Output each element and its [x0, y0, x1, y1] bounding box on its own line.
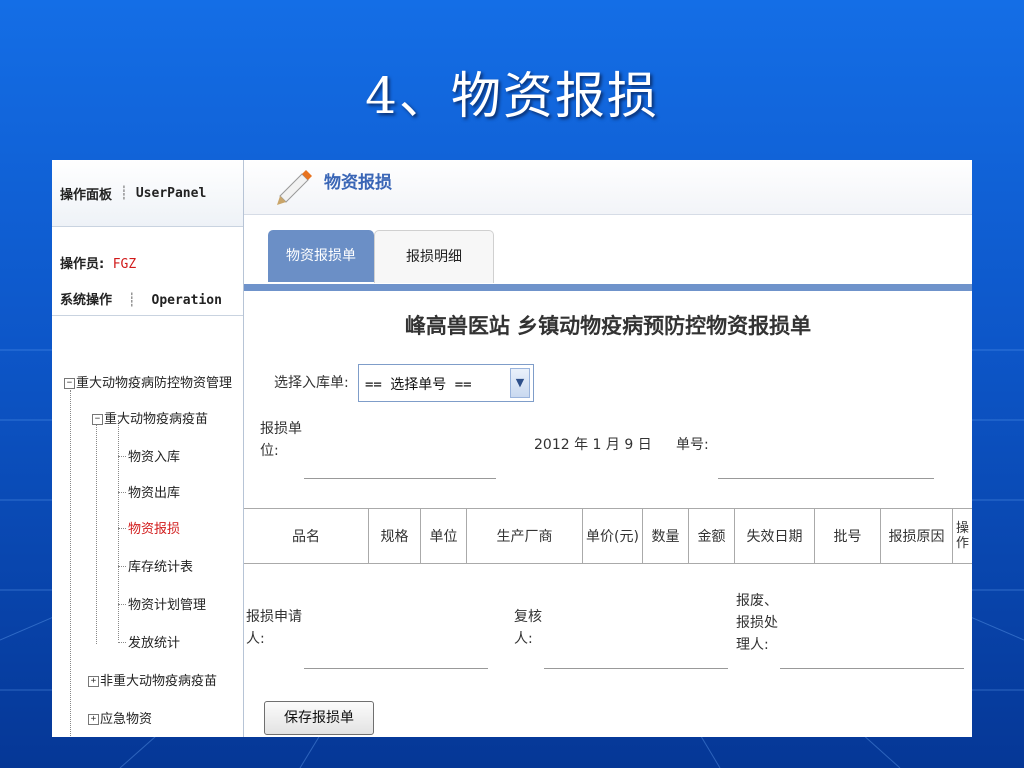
slide-title: 4、物资报损	[365, 67, 659, 125]
tree-group-label: 非重大动物疫病疫苗	[100, 674, 218, 689]
tree-root[interactable]: − 重大动物疫病防控物资管理	[64, 372, 232, 391]
tab-loss-detail[interactable]: 报损明细	[374, 230, 494, 283]
main-header: 物资报损	[244, 160, 972, 215]
system-label: 系统操作	[60, 293, 113, 308]
items-table-header: 品名 规格 单位 生产厂商 单价(元) 数量 金额 失效日期 批号 报损原因 操…	[244, 508, 972, 564]
tree-group-label: 重大动物疫病疫苗	[104, 412, 209, 427]
handler-field[interactable]	[780, 668, 964, 669]
tree-group-emergency-supplies[interactable]: + 应急物资	[88, 708, 152, 727]
date-text: 2012 年 1 月 9 日	[534, 437, 652, 453]
applicant-field[interactable]	[304, 668, 488, 669]
tab-loss-report[interactable]: 物资报损单	[268, 230, 374, 282]
expand-icon[interactable]: +	[88, 676, 99, 687]
column-header: 报损原因	[880, 509, 952, 563]
operator-name: FGZ	[112, 257, 137, 272]
tree-guide-line	[118, 456, 126, 457]
column-header: 金额	[688, 509, 734, 563]
column-header: 数量	[642, 509, 688, 563]
tree-item-plan-management[interactable]: 物资计划管理	[128, 594, 206, 613]
loss-unit-field[interactable]	[304, 478, 496, 479]
tree-group-label: 应急物资	[100, 712, 153, 727]
tree-guide-line	[118, 642, 126, 643]
app-screenshot: 操作面板 ┊ UserPanel 操作员: FGZ 系统操作 ┊ Operati…	[52, 160, 972, 737]
user-panel-header: 操作面板 ┊ UserPanel	[52, 160, 243, 227]
collapse-icon[interactable]: −	[64, 378, 75, 389]
column-header: 批号	[814, 509, 880, 563]
tree-guide-line	[70, 390, 71, 737]
inbound-order-select[interactable]: == 选择单号 == ▼	[358, 364, 534, 402]
tree-guide-line	[118, 420, 119, 640]
form-title: 峰高兽医站 乡镇动物疫病预防控物资报损单	[404, 313, 812, 338]
operator-label: 操作员:	[60, 257, 105, 272]
tree-guide-line	[118, 528, 126, 529]
tab-strip: 物资报损单 报损明细	[244, 228, 972, 286]
select-value: == 选择单号 ==	[365, 377, 472, 393]
tree-item-distribution-stats[interactable]: 发放统计	[128, 632, 180, 651]
panel-label: 操作面板	[60, 187, 113, 203]
page-title: 物资报损	[324, 173, 392, 193]
separator: ┊	[120, 185, 128, 201]
column-header: 操作	[952, 509, 972, 563]
column-header: 生产厂商	[466, 509, 582, 563]
tree-guide-line	[118, 566, 126, 567]
order-no-label: 单号:	[676, 437, 709, 453]
select-inbound-label: 选择入库单:	[274, 375, 349, 391]
chevron-down-icon[interactable]: ▼	[510, 368, 530, 398]
collapse-icon[interactable]: −	[92, 414, 103, 425]
pencil-icon	[277, 170, 312, 205]
operator-section: 操作员: FGZ 系统操作 ┊ Operation	[52, 227, 243, 316]
column-header: 规格	[368, 509, 420, 563]
tree-item-stock-out[interactable]: 物资出库	[128, 482, 180, 501]
system-operation-header: 系统操作 ┊ Operation	[60, 289, 222, 308]
column-header: 单位	[420, 509, 466, 563]
tree-group-major-vaccine[interactable]: − 重大动物疫病疫苗	[92, 408, 208, 427]
reviewer-field[interactable]	[544, 668, 728, 669]
expand-icon[interactable]: +	[88, 714, 99, 725]
save-loss-report-button[interactable]: 保存报损单	[264, 701, 374, 735]
order-no-field[interactable]	[718, 478, 934, 479]
tab-underline	[244, 284, 972, 291]
column-header: 单价(元)	[582, 509, 642, 563]
main-panel: 物资报损 物资报损单 报损明细 峰高兽医站 乡镇动物疫病预防控物资报损单 选择入…	[244, 160, 972, 737]
operator-row: 操作员: FGZ	[60, 253, 136, 272]
column-header: 品名	[292, 529, 320, 545]
applicant-label: 报损申请人:	[246, 609, 302, 647]
column-header: 失效日期	[734, 509, 814, 563]
tree-item-loss-report[interactable]: 物资报损	[128, 518, 180, 537]
tree-guide-line	[118, 492, 126, 493]
tree-guide-line	[118, 604, 126, 605]
tree-group-non-major-vaccine[interactable]: + 非重大动物疫病疫苗	[88, 670, 217, 689]
tree-guide-line	[96, 424, 97, 644]
handler-label: 报废、报损处理人:	[736, 593, 778, 653]
loss-unit-label: 报损单位:	[260, 421, 302, 459]
system-label-en: Operation	[151, 293, 222, 308]
separator: ┊	[127, 293, 136, 308]
tree-item-stock-in[interactable]: 物资入库	[128, 446, 180, 465]
tree-item-inventory-stats[interactable]: 库存统计表	[128, 556, 193, 575]
reviewer-label: 复核人:	[514, 609, 542, 647]
tree-root-label: 重大动物疫病防控物资管理	[76, 376, 233, 391]
sidebar: 操作面板 ┊ UserPanel 操作员: FGZ 系统操作 ┊ Operati…	[52, 160, 244, 737]
panel-label-en: UserPanel	[135, 185, 207, 201]
